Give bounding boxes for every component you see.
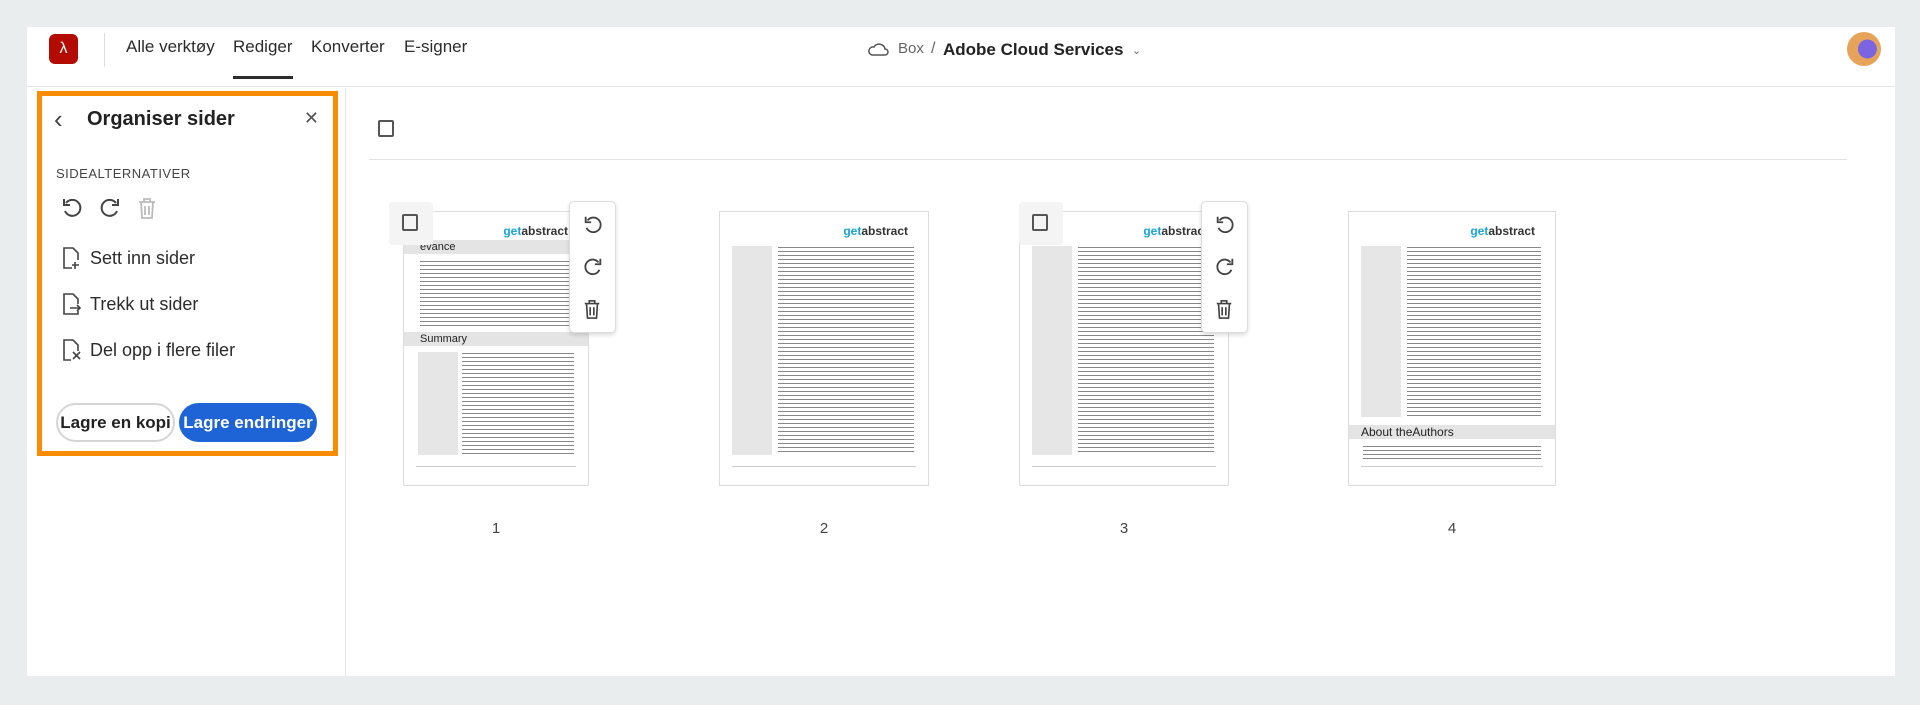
trash-icon[interactable]: [582, 298, 604, 320]
close-icon[interactable]: ✕: [304, 108, 319, 129]
insert-pages-label: Sett inn sider: [90, 247, 196, 268]
page-sidebar: [1361, 246, 1401, 417]
rotate-left-icon[interactable]: [582, 214, 604, 236]
page-checkbox[interactable]: [402, 214, 418, 231]
insert-pages-item[interactable]: Sett inn sider: [62, 246, 195, 270]
page-footer: [732, 466, 916, 467]
tab-convert[interactable]: Konverter: [311, 37, 385, 57]
back-chevron-icon[interactable]: ‹: [54, 104, 63, 135]
getabstract-logo: getabstract: [1143, 224, 1208, 238]
tab-esign[interactable]: E-signer: [404, 37, 467, 57]
page-thumbnail-4[interactable]: getabstract About theAuthors: [1348, 211, 1556, 486]
page-number: 2: [819, 520, 829, 537]
page-text: [462, 352, 574, 455]
getabstract-logo: getabstract: [1470, 224, 1535, 238]
top-bar: λ Alle verktøy Rediger Konverter E-signe…: [27, 27, 1895, 87]
sidebar: ‹ Organiser sider ✕ SIDEALTERNATIVER Set…: [27, 88, 346, 676]
page-text: [778, 246, 914, 455]
page-heading: About theAuthors: [1349, 425, 1555, 439]
page-text: [1363, 445, 1541, 459]
page-thumbnail-3[interactable]: getabstract: [1019, 211, 1229, 486]
divider: [104, 33, 105, 67]
page-text: [1407, 246, 1541, 417]
section-label: SIDEALTERNATIVER: [56, 166, 191, 181]
avatar[interactable]: [1847, 32, 1881, 66]
getabstract-logo: getabstract: [503, 224, 568, 238]
page-sidebar: [1032, 246, 1072, 455]
extract-pages-label: Trekk ut sider: [90, 293, 199, 314]
tab-edit[interactable]: Rediger: [233, 37, 293, 79]
rotate-left-icon[interactable]: [60, 196, 86, 222]
page-thumbnail-2[interactable]: getabstract: [719, 211, 929, 486]
organize-pages-panel: ‹ Organiser sider ✕ SIDEALTERNATIVER Set…: [37, 91, 338, 456]
tab-all-tools[interactable]: Alle verktøy: [126, 37, 215, 57]
page-select-tile[interactable]: [389, 202, 433, 245]
split-file-label: Del opp i flere filer: [90, 339, 236, 360]
insert-page-icon: [62, 246, 82, 270]
breadcrumb-current[interactable]: Adobe Cloud Services: [943, 40, 1123, 60]
extract-pages-item[interactable]: Trekk ut sider: [62, 292, 198, 316]
page-number: 3: [1119, 520, 1129, 537]
save-changes-button[interactable]: Lagre endringer: [179, 403, 317, 442]
trash-icon: [136, 196, 162, 222]
split-file-item[interactable]: Del opp i flere filer: [62, 338, 235, 362]
split-file-icon: [62, 338, 82, 362]
extract-page-icon: [62, 292, 82, 316]
page-actions-toolbar: [569, 201, 616, 333]
save-copy-button[interactable]: Lagre en kopi: [56, 403, 175, 442]
page-text: [1078, 246, 1214, 455]
page-sidebar: [732, 246, 772, 455]
app-window: λ Alle verktøy Rediger Konverter E-signe…: [27, 27, 1895, 676]
page-footer: [1032, 466, 1216, 467]
divider: [369, 159, 1847, 160]
breadcrumb-root[interactable]: Box: [898, 40, 924, 57]
page-select-tile[interactable]: [1019, 202, 1063, 245]
getabstract-logo: getabstract: [843, 224, 908, 238]
page-thumbnail-1[interactable]: getabstract evance Summary: [403, 211, 589, 486]
page-number: 4: [1447, 520, 1457, 537]
chevron-down-icon[interactable]: ⌄: [1132, 44, 1141, 57]
page-actions-toolbar: [1201, 201, 1248, 333]
page-text: [420, 260, 574, 326]
page-number: 1: [491, 520, 501, 537]
page-footer: [1361, 466, 1543, 467]
select-all-checkbox[interactable]: [378, 120, 394, 137]
page-sidebar: [418, 352, 458, 455]
page-checkbox[interactable]: [1032, 214, 1048, 231]
page-grid: getabstract evance Summary 1 getabstract…: [347, 88, 1895, 676]
page-footer: [416, 466, 576, 467]
page-heading: Summary: [404, 332, 588, 346]
rotate-right-icon[interactable]: [582, 256, 604, 278]
panel-title: Organiser sider: [87, 108, 235, 130]
trash-icon[interactable]: [1214, 298, 1236, 320]
breadcrumb-separator: /: [931, 40, 936, 57]
rotate-right-icon[interactable]: [1214, 256, 1236, 278]
rotate-left-icon[interactable]: [1214, 214, 1236, 236]
cloud-icon: [867, 40, 889, 58]
rotate-right-icon[interactable]: [98, 196, 124, 222]
acrobat-logo[interactable]: λ: [49, 34, 78, 64]
